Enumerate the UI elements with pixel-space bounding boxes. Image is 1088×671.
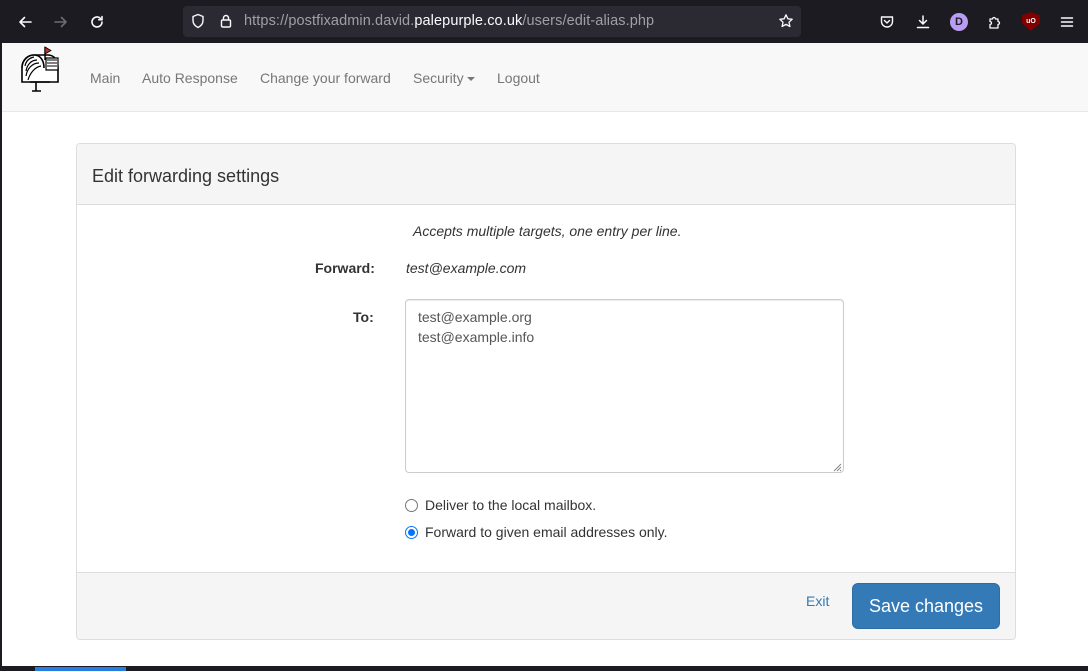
lock-icon[interactable] [215,10,237,32]
nav-security-dropdown[interactable]: Security [413,70,475,86]
url-text[interactable]: https://postfixadmin.david.palepurple.co… [244,13,654,29]
app-navbar: Main Auto Response Change your forward S… [0,43,1088,112]
browser-toolbar: https://postfixadmin.david.palepurple.co… [0,0,1088,43]
puzzle-icon[interactable] [984,11,1006,33]
window-edge [0,43,2,671]
taskbar-indicator [35,667,126,671]
url-bar[interactable]: https://postfixadmin.david.palepurple.co… [183,6,801,37]
save-changes-button[interactable]: Save changes [852,583,1000,629]
edit-forwarding-panel: Edit forwarding settings Accepts multipl… [76,143,1016,640]
forward-icon[interactable] [50,11,72,33]
nav-main[interactable]: Main [90,70,120,86]
caret-down-icon [466,77,475,82]
forward-address: test@example.com [406,260,527,276]
ublock-icon[interactable]: uO [1022,12,1040,31]
panel-title: Edit forwarding settings [92,166,280,186]
forward-label: Forward: [315,260,375,276]
radio-forward-only[interactable]: Forward to given email addresses only. [405,522,668,542]
nav-logout[interactable]: Logout [497,70,540,86]
resize-grip-icon[interactable] [832,462,842,472]
shield-icon[interactable] [187,10,209,32]
to-label: To: [353,309,374,325]
panel-heading: Edit forwarding settings [77,144,1015,205]
mailbox-logo[interactable] [16,46,64,94]
radio-deliver-local[interactable]: Deliver to the local mailbox. [405,495,596,515]
radio-forward-only-label: Forward to given email addresses only. [425,524,668,540]
radio-button[interactable] [405,498,418,512]
panel-footer: Exit Save changes [77,572,1015,639]
back-icon[interactable] [14,11,36,33]
to-addresses-textarea[interactable] [405,299,844,473]
radio-button[interactable] [405,525,418,539]
url-domain: palepurple.co.uk [414,13,523,29]
help-text: Accepts multiple targets, one entry per … [413,223,682,239]
download-icon[interactable] [912,11,934,33]
star-icon[interactable] [775,10,797,32]
pocket-icon[interactable] [876,11,898,33]
hamburger-menu-icon[interactable] [1056,11,1078,33]
url-path: /users/edit-alias.php [522,13,655,29]
profile-avatar[interactable]: D [950,13,968,31]
exit-link[interactable]: Exit [806,593,829,609]
window-bottom-edge [0,666,1088,671]
nav-auto-response[interactable]: Auto Response [142,70,238,86]
radio-deliver-local-label: Deliver to the local mailbox. [425,497,597,513]
nav-security-label: Security [413,70,464,86]
nav-change-forward[interactable]: Change your forward [260,70,391,86]
reload-icon[interactable] [86,11,108,33]
url-prefix: https://postfixadmin.david. [244,13,415,29]
